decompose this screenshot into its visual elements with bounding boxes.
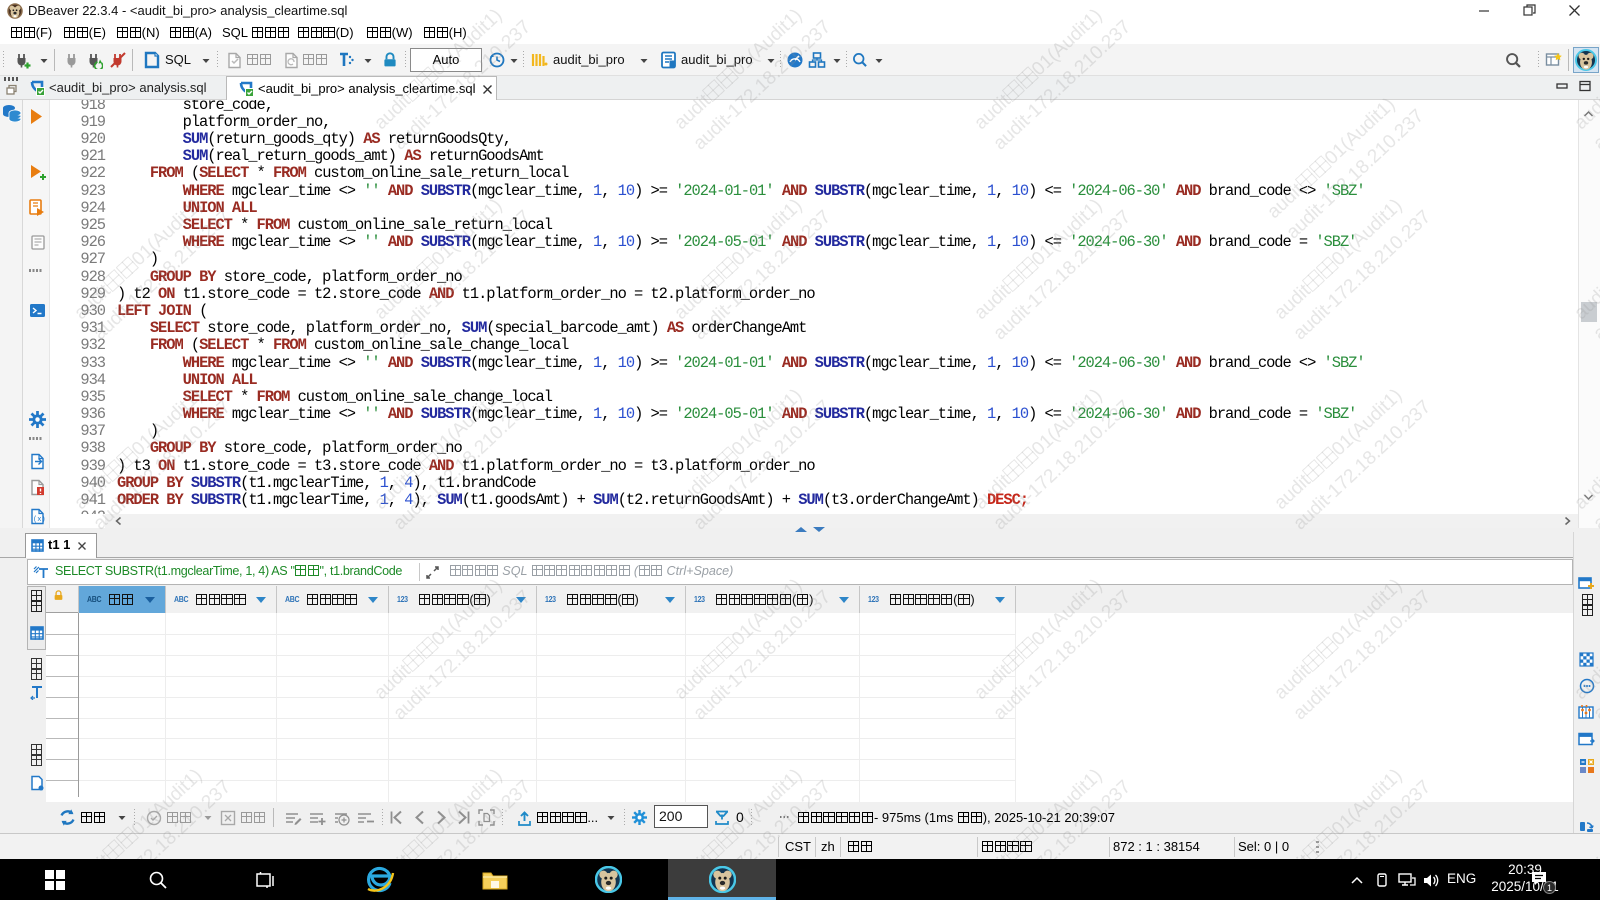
svg-text:(x): (x) [33, 516, 45, 524]
